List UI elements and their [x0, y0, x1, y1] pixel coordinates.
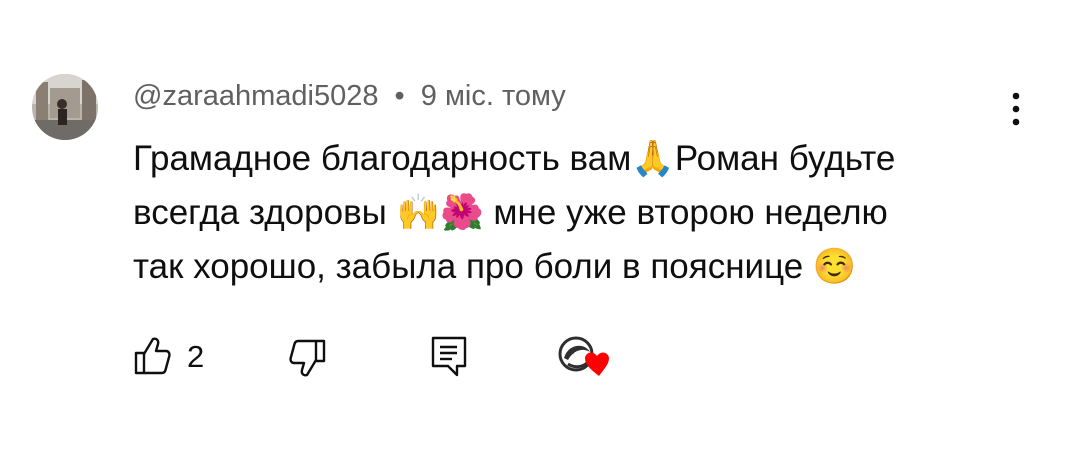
like-count: 2 [187, 339, 205, 374]
creator-heart-icon [585, 352, 609, 376]
reply-button[interactable] [430, 335, 468, 377]
comment-text: Грамадное благодарность вам🙏Роман будьте… [133, 139, 896, 286]
comment-header: @zaraahmadi5028 • 9 міс. тому [133, 80, 566, 113]
creator-heart[interactable] [554, 334, 614, 384]
comment-timestamp[interactable]: 9 міс. тому [421, 80, 566, 112]
avatar[interactable] [32, 74, 98, 140]
author-handle[interactable]: @zaraahmadi5028 [133, 80, 378, 112]
thumb-up-icon [134, 337, 171, 375]
comment-reply-icon [431, 336, 467, 377]
meta-separator: • [394, 80, 405, 112]
dislike-button[interactable] [289, 338, 327, 378]
thumb-down-icon [289, 339, 326, 377]
more-vertical-icon[interactable] [1004, 90, 1028, 130]
like-button[interactable] [133, 336, 171, 376]
